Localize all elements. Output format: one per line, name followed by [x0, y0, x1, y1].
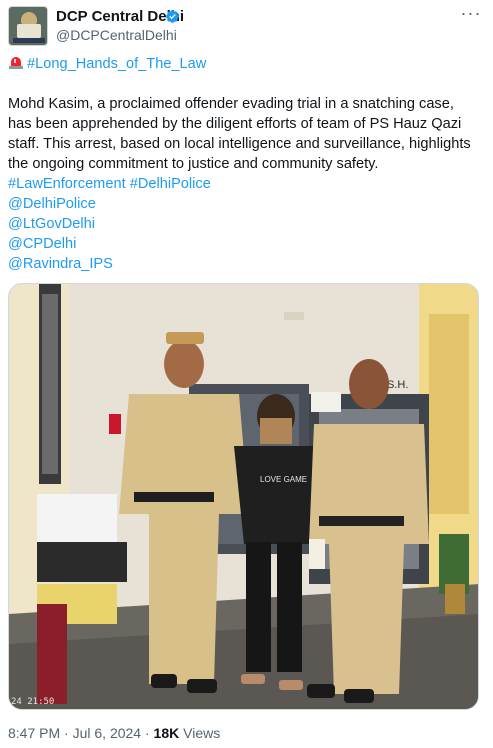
body-line: Mohd Kasim, a proclaimed offender evadin…	[8, 96, 454, 112]
body-line: staff. This arrest, based on local intel…	[8, 136, 471, 152]
hashtag-link[interactable]: #DelhiPolice	[130, 176, 211, 192]
separator: ·	[64, 725, 69, 741]
posted-date[interactable]: Jul 6, 2024	[73, 725, 142, 741]
sign-text: S.H.	[387, 379, 408, 391]
photo-timestamp: 24 21:50	[11, 697, 55, 707]
tweet-photo[interactable]: S.H. LOVE GAME 24 21:50	[8, 283, 479, 710]
avatar-emblem	[21, 12, 37, 24]
views-count: 18K	[153, 725, 180, 741]
mention-link[interactable]: @DelhiPolice	[8, 196, 96, 212]
body-line: has been apprehended by the diligent eff…	[8, 116, 462, 132]
views-label: Views	[183, 725, 221, 741]
separator: ·	[144, 725, 150, 741]
tweet-header: DCP Central Delhi @DCPCentralDelhi ···	[8, 4, 485, 46]
tweet-text: #Long_Hands_of_The_Law Mohd Kasim, a pro…	[8, 54, 478, 274]
hashtag-link[interactable]: #LawEnforcement	[8, 176, 126, 192]
shirt-print: LOVE GAME	[260, 475, 307, 484]
mention-link[interactable]: @LtGovDelhi	[8, 216, 95, 232]
photo-scene: S.H. LOVE GAME	[9, 284, 478, 709]
verified-badge-icon	[166, 10, 179, 23]
tweet-metadata: 8:47 PM · Jul 6, 2024 · 18K Views	[8, 724, 220, 742]
hashtag-title-line: #Long_Hands_of_The_Law	[8, 54, 478, 74]
hashtag-link[interactable]: #Long_Hands_of_The_Law	[27, 56, 206, 72]
police-siren-icon	[8, 55, 24, 70]
hashtags-line: #LawEnforcement #DelhiPolice	[8, 174, 478, 194]
posted-time[interactable]: 8:47 PM	[8, 725, 60, 741]
author-handle[interactable]: @DCPCentralDelhi	[56, 26, 177, 44]
body-line: the ongoing commitment to justice and co…	[8, 156, 379, 172]
mention-link[interactable]: @Ravindra_IPS	[8, 256, 113, 272]
more-options-icon[interactable]: ···	[459, 4, 483, 26]
tweet-paragraph: Mohd Kasim, a proclaimed offender evadin…	[8, 94, 478, 274]
mention-link[interactable]: @CPDelhi	[8, 236, 76, 252]
author-avatar[interactable]	[8, 6, 48, 46]
